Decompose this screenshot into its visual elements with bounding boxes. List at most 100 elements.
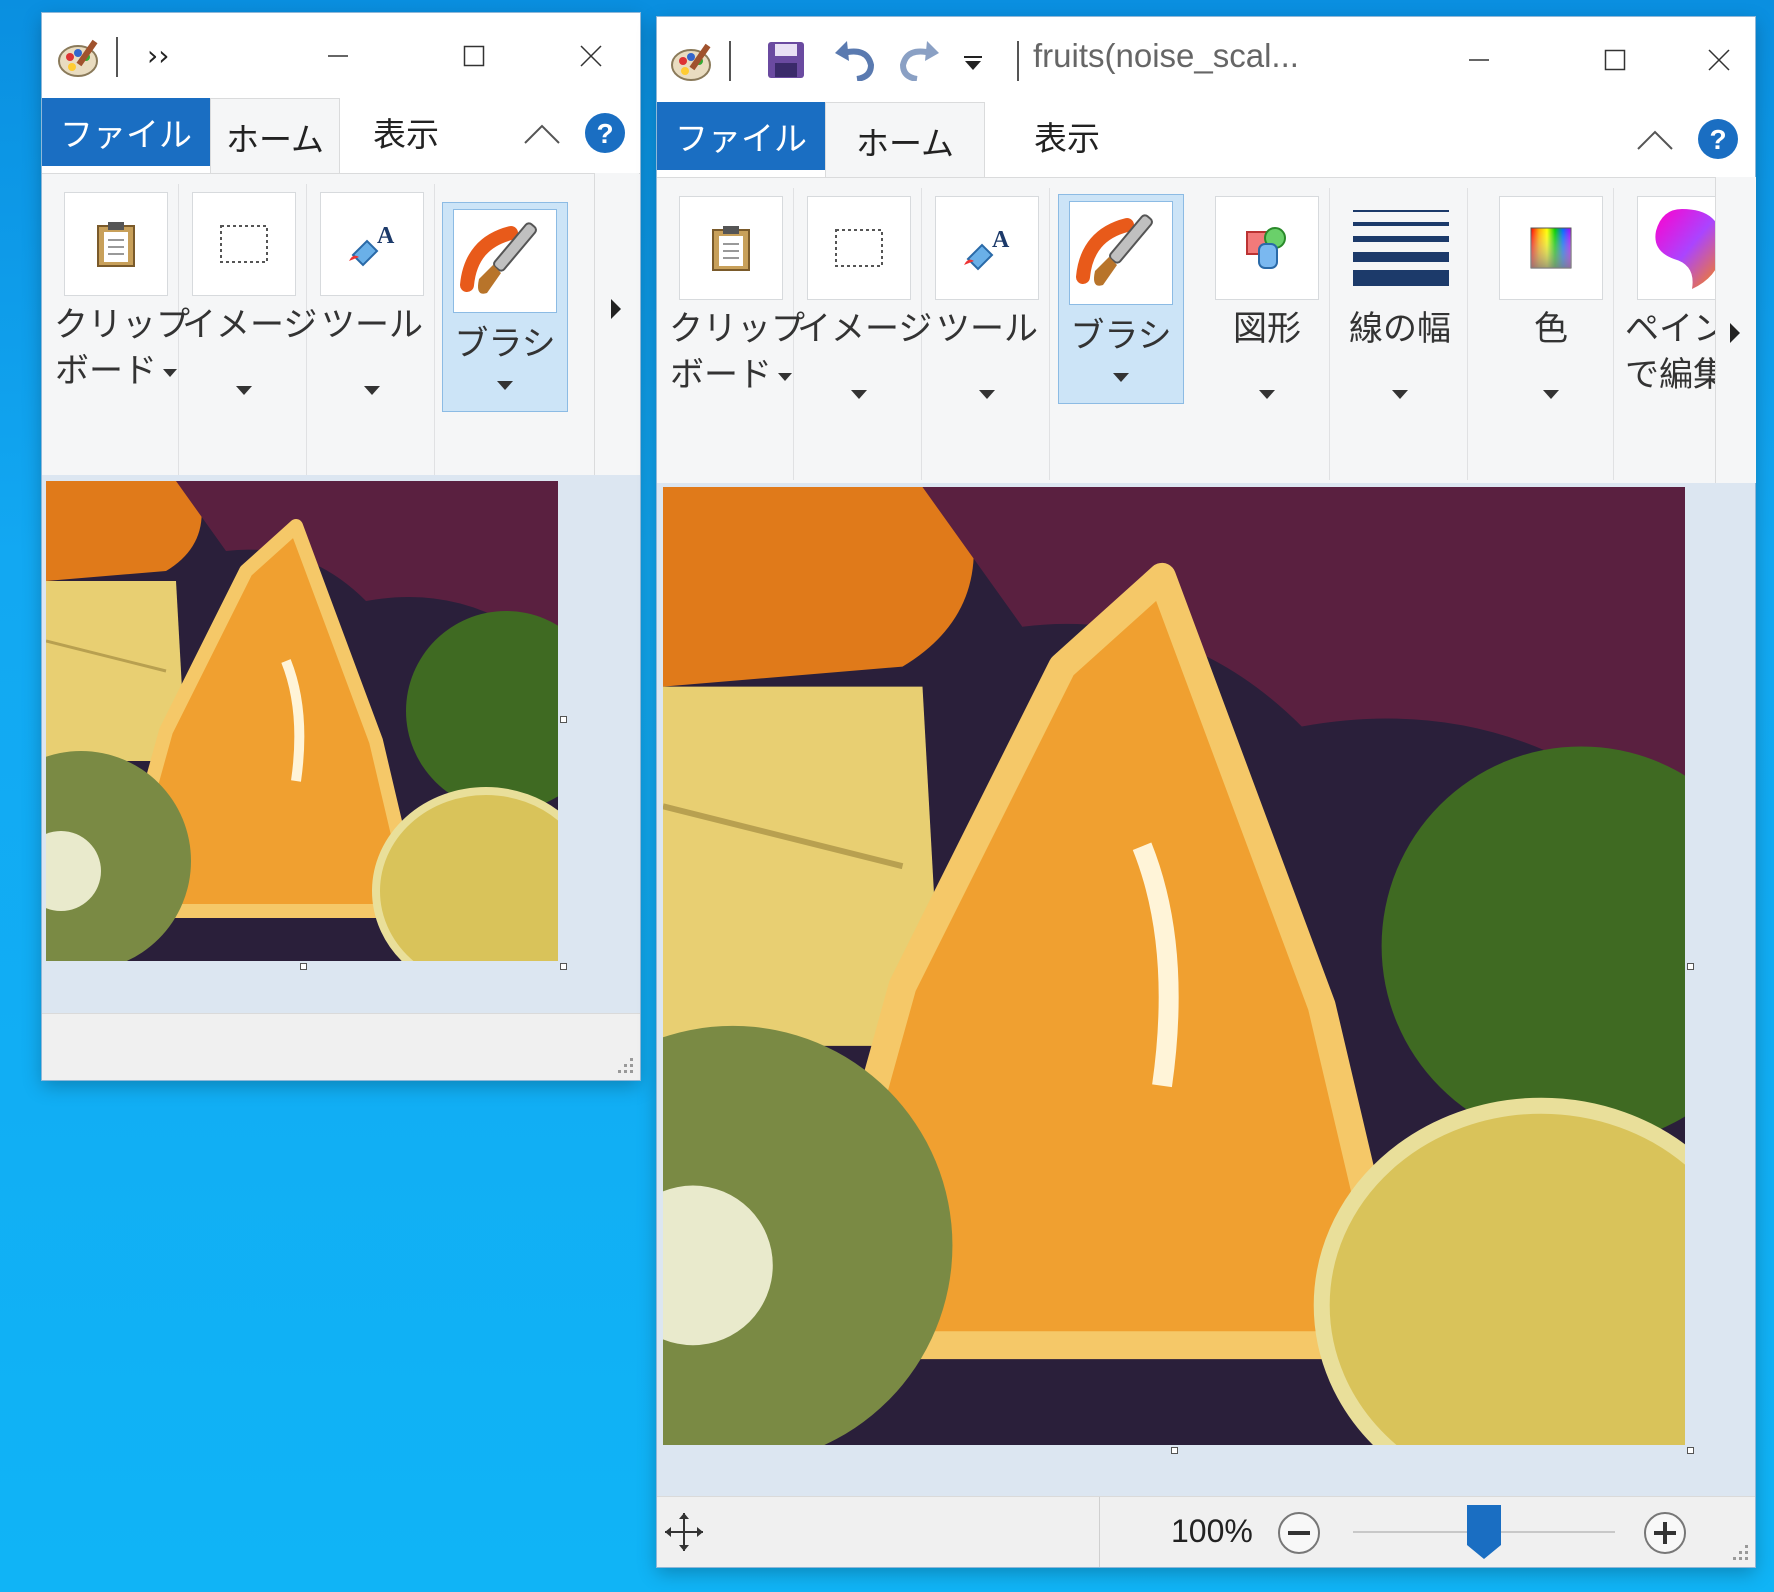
tools-button[interactable]: A [320,192,424,296]
resize-handle-bottom[interactable] [1171,1447,1178,1454]
resize-grip-icon[interactable] [614,1054,636,1076]
help-icon[interactable]: ? [584,112,626,154]
redo-icon[interactable] [897,39,941,81]
brushes-dropdown-icon [1113,373,1129,382]
tools-button[interactable]: A [935,196,1039,300]
image-dropdown-icon [851,390,867,399]
help-icon[interactable]: ? [1697,118,1739,160]
group-clipboard[interactable]: クリップ ボード [54,184,190,476]
tools-dropdown-icon [364,386,380,395]
tools-icon: A [964,227,1010,271]
status-divider [1099,1497,1100,1567]
maximize-button[interactable] [1547,17,1683,102]
image-canvas[interactable] [46,481,558,961]
canvas-area[interactable] [42,475,640,1013]
shapes-icon [1246,227,1286,269]
group-brushes[interactable]: ブラシ [1058,194,1184,404]
clipboard-button[interactable] [679,196,783,300]
tab-file[interactable]: ファイル [657,102,825,170]
group-shapes[interactable]: 図形 [1205,188,1330,480]
svg-text:A: A [992,227,1010,253]
ribbon-scroll-right[interactable] [594,173,639,475]
group-tools[interactable]: A ツール [925,188,1050,480]
collapse-ribbon-icon[interactable] [1635,126,1675,152]
tab-home[interactable]: ホーム [825,102,985,179]
quick-access-dropdown-icon[interactable] [963,55,983,71]
group-tools[interactable]: A ツール [310,184,435,476]
group-clipboard[interactable]: クリップ ボード [669,188,805,480]
brushes-label: ブラシ [1070,316,1172,356]
maximize-icon [463,45,485,66]
zoom-slider-thumb[interactable] [1467,1505,1501,1559]
ribbon-tab-bar: ファイル ホーム 表示 ? [657,102,1755,182]
close-icon [1708,48,1730,71]
tools-dropdown-icon [979,390,995,399]
group-paint3d[interactable]: ペイン で編集 [1621,188,1723,480]
tab-home[interactable]: ホーム [210,98,340,175]
select-button[interactable] [192,192,296,296]
shapes-button[interactable] [1215,196,1319,300]
zoom-level: 100% [1171,1513,1253,1549]
close-icon [580,44,602,67]
resize-handle-bottom[interactable] [300,963,307,970]
group-image[interactable]: イメージ [797,188,932,480]
tools-label: ツール [321,305,423,345]
title-separator [729,41,731,81]
image-dropdown-icon [236,386,252,395]
clipboard-icon [712,226,750,271]
paint-app-icon[interactable] [669,37,717,85]
fruit-photo [46,481,558,961]
minimize-icon [1469,58,1489,61]
paint3d-label: ペイン で編集 [1625,309,1723,395]
tab-view[interactable]: 表示 [342,98,470,166]
collapse-ribbon-icon[interactable] [522,120,562,146]
colors-button[interactable] [1499,196,1603,300]
select-icon [835,229,883,267]
resize-grip-icon[interactable] [1729,1541,1751,1563]
maximize-button[interactable] [406,13,542,98]
title-separator-2 [1017,41,1019,81]
select-button[interactable] [807,196,911,300]
image-label: イメージ [182,305,318,345]
colors-label: 色 [1534,309,1568,349]
title-bar[interactable]: fruits(noise_scal... [657,17,1755,102]
zoom-in-icon[interactable] [1643,1511,1687,1555]
close-button[interactable] [542,13,640,98]
shapes-dropdown-icon [1259,390,1275,399]
ribbon-scroll-right[interactable] [1715,177,1756,483]
status-bar: 100% [657,1496,1755,1567]
group-colors[interactable]: 色 [1489,188,1614,480]
undo-icon[interactable] [833,39,877,81]
overflow-button[interactable]: ›› [147,39,169,72]
zoom-slider[interactable] [1353,1505,1615,1559]
tab-view[interactable]: 表示 [987,102,1147,170]
clipboard-button[interactable] [64,192,168,296]
resize-handle-right[interactable] [1687,963,1694,970]
fruit-photo [663,487,1685,1445]
brush-button[interactable] [1069,201,1173,305]
group-image[interactable]: イメージ [182,184,318,476]
minimize-button[interactable] [270,13,406,98]
canvas-area[interactable] [657,483,1755,1497]
select-icon [220,225,268,263]
brush-button[interactable] [453,209,557,313]
zoom-out-icon[interactable] [1277,1511,1321,1555]
close-button[interactable] [1683,17,1755,102]
paint3d-icon [1655,209,1722,289]
minimize-button[interactable] [1411,17,1547,102]
tab-file[interactable]: ファイル [42,98,210,166]
paint3d-button[interactable] [1637,196,1723,300]
group-brushes[interactable]: ブラシ [442,202,568,412]
paint-app-icon[interactable] [56,33,104,81]
save-icon[interactable] [767,41,805,79]
brush-icon [460,222,537,294]
tools-icon: A [349,223,395,267]
maximize-icon [1604,49,1626,70]
resize-handle-corner[interactable] [560,963,567,970]
group-size[interactable]: 線の幅 [1333,188,1468,480]
title-bar[interactable]: ›› [42,13,640,98]
resize-handle-right[interactable] [560,716,567,723]
resize-handle-corner[interactable] [1687,1447,1694,1454]
image-canvas[interactable] [663,487,1685,1445]
size-dropdown-icon [1392,390,1408,399]
